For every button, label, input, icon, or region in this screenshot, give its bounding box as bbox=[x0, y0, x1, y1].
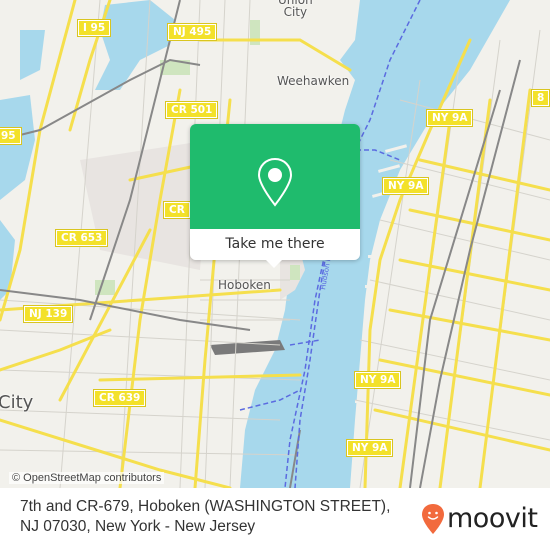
map-view[interactable]: Hudson River Union City Weehawken Hoboke… bbox=[0, 0, 550, 488]
place-weehawken: Weehawken bbox=[277, 74, 350, 88]
shield-i95-left: 95 bbox=[0, 127, 22, 145]
moovit-smiley-pin-icon bbox=[422, 504, 444, 534]
shield-ny9a-2: NY 9A bbox=[381, 177, 430, 195]
shield-cr639: CR 639 bbox=[92, 389, 147, 407]
lake bbox=[20, 30, 45, 80]
shield-nj495: NJ 495 bbox=[166, 23, 218, 41]
shield-i95: I 95 bbox=[76, 19, 112, 37]
popup-pointer bbox=[266, 260, 282, 268]
shield-cr-partial: CR bbox=[163, 201, 191, 219]
location-popup: Take me there bbox=[190, 124, 360, 268]
place-hoboken: Hoboken bbox=[218, 278, 271, 292]
shield-cr501: CR 501 bbox=[164, 101, 219, 119]
shield-cr653: CR 653 bbox=[54, 229, 109, 247]
map-pin-icon bbox=[257, 157, 293, 207]
shield-nj139: NJ 139 bbox=[22, 305, 74, 323]
moovit-logo: moovit bbox=[421, 503, 538, 535]
map-attribution[interactable]: © OpenStreetMap contributors bbox=[9, 472, 165, 484]
shield-route-8: 8 bbox=[530, 89, 550, 107]
shield-ny9a-1: NY 9A bbox=[425, 109, 474, 127]
place-jersey-city: City bbox=[0, 392, 34, 413]
place-union-city-label: Union City bbox=[278, 0, 313, 19]
shield-ny9a-4: NY 9A bbox=[345, 439, 394, 457]
west-river-2 bbox=[0, 220, 15, 300]
shield-ny9a-3: NY 9A bbox=[353, 371, 402, 389]
place-union-city: Union City bbox=[278, 0, 313, 18]
moovit-wordmark: moovit bbox=[447, 503, 538, 534]
address-text: 7th and CR-679, Hoboken (WASHINGTON STRE… bbox=[20, 498, 391, 535]
take-me-there-label[interactable]: Take me there bbox=[190, 236, 360, 252]
